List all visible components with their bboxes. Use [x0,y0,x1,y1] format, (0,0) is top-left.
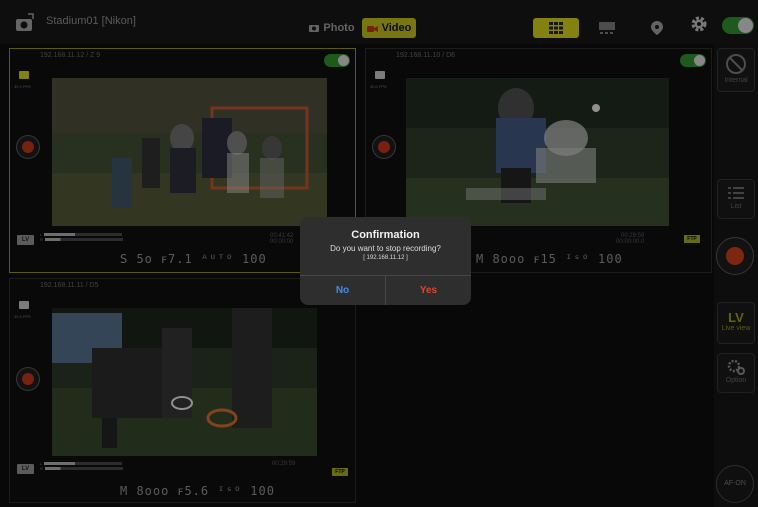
no-button[interactable]: No [300,276,385,305]
yes-button[interactable]: Yes [386,276,471,305]
dialog-message: Do you want to stop recording? [330,244,441,253]
dialog-title: Confirmation [351,229,420,241]
confirmation-dialog: Confirmation Do you want to stop recordi… [300,217,471,305]
dialog-ip-address: [ 192.168.11.12 ] [363,255,408,261]
